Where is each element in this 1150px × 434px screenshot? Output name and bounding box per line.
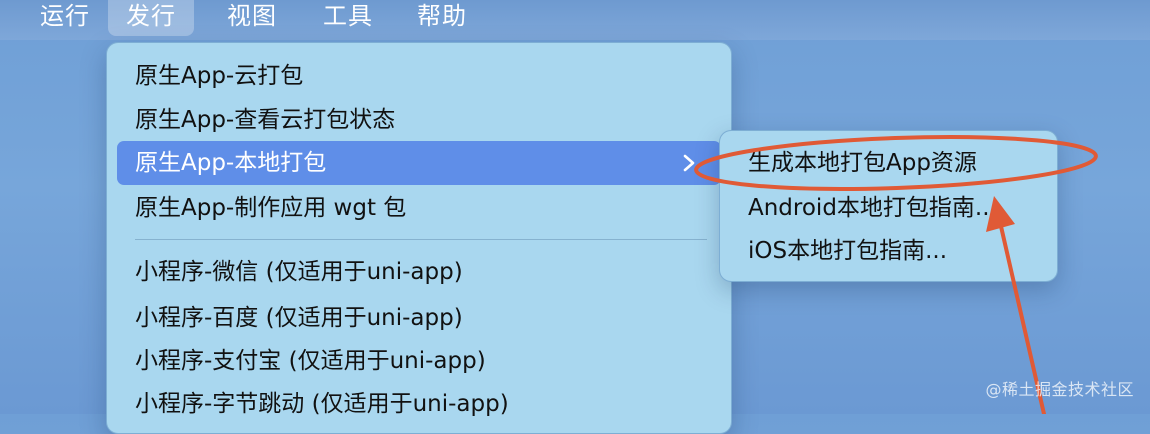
menubar-item-help[interactable]: 帮助 (417, 0, 467, 36)
local-pack-submenu: 生成本地打包App资源 Android本地打包指南... iOS本地打包指南..… (719, 130, 1058, 282)
menu-separator (135, 239, 707, 240)
menu-item-native-local-pack[interactable]: 原生App-本地打包 (117, 141, 721, 185)
menubar-item-publish[interactable]: 发行 (108, 0, 194, 36)
menu-item-mp-bytedance[interactable]: 小程序-字节跳动 (仅适用于uni-app) (117, 382, 721, 426)
submenu-item-generate-local-resources[interactable]: 生成本地打包App资源 (730, 143, 1048, 183)
menu-item-native-cloud-status[interactable]: 原生App-查看云打包状态 (117, 98, 721, 142)
submenu-item-android-guide[interactable]: Android本地打包指南... (730, 188, 1048, 228)
menu-item-native-local-pack-label: 原生App-本地打包 (135, 150, 327, 176)
publish-dropdown-menu: 原生App-云打包 原生App-查看云打包状态 原生App-本地打包 原生App… (106, 42, 732, 434)
menubar-item-run[interactable]: 运行 (40, 0, 90, 36)
chevron-right-icon (679, 141, 699, 185)
menubar-item-tools[interactable]: 工具 (323, 0, 373, 36)
watermark: @稀土掘金技术社区 (985, 380, 1134, 399)
menu-item-native-wgt[interactable]: 原生App-制作应用 wgt 包 (117, 186, 721, 230)
menu-bar: 运行 发行 视图 工具 帮助 (0, 0, 1150, 40)
menu-item-native-cloud-pack[interactable]: 原生App-云打包 (117, 54, 721, 98)
menu-item-mp-weixin[interactable]: 小程序-微信 (仅适用于uni-app) (117, 250, 721, 294)
menubar-item-view[interactable]: 视图 (227, 0, 277, 36)
menu-item-mp-baidu[interactable]: 小程序-百度 (仅适用于uni-app) (117, 296, 721, 340)
submenu-item-ios-guide[interactable]: iOS本地打包指南... (730, 231, 1048, 271)
menu-item-mp-alipay[interactable]: 小程序-支付宝 (仅适用于uni-app) (117, 339, 721, 383)
